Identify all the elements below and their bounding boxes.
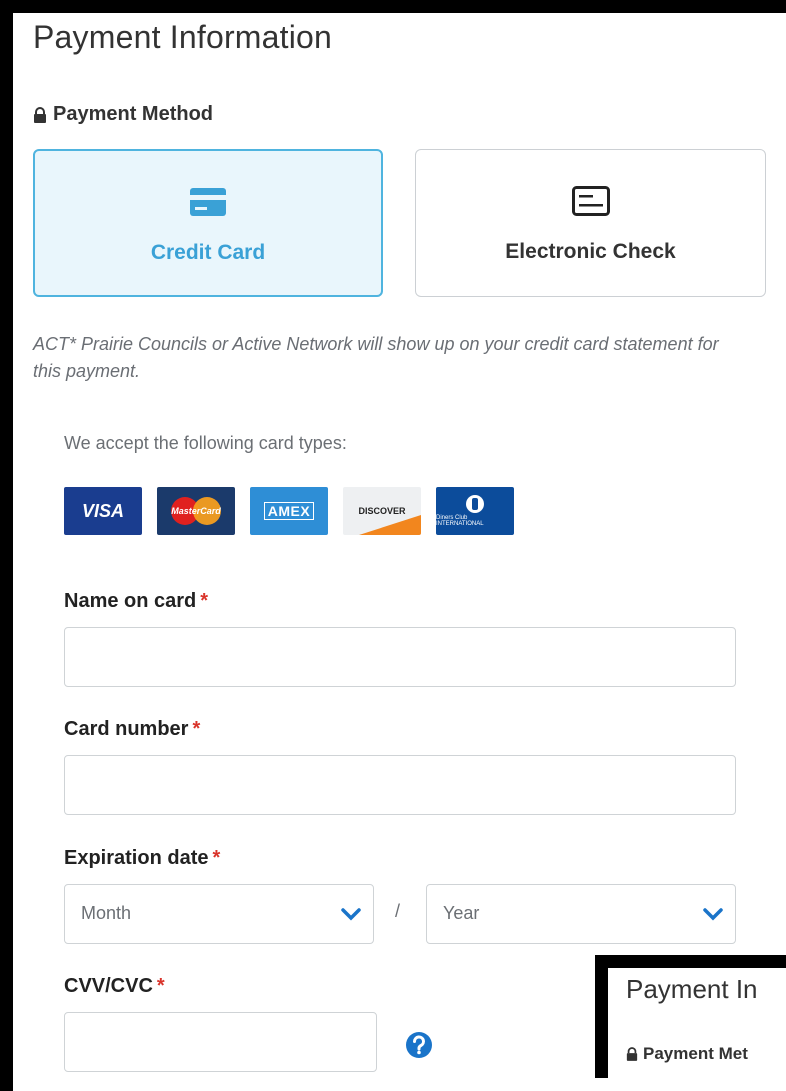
expiration-month-select[interactable]: Month: [64, 884, 374, 944]
diners-club-logo: Diners Club INTERNATIONAL: [436, 487, 514, 535]
cvv-label: CVV/CVC *: [64, 975, 165, 997]
statement-note: ACT* Prairie Councils or Active Network …: [33, 334, 719, 381]
required-mark: *: [200, 590, 209, 612]
chevron-down-icon: [703, 908, 723, 921]
amex-logo-text: AMEX: [263, 502, 315, 520]
check-icon: [571, 186, 610, 216]
inset-title: Payment In: [626, 974, 758, 1004]
payment-method-label: Payment Method: [53, 103, 214, 125]
card-number-input[interactable]: [64, 755, 736, 815]
card-types-label: We accept the following card types:: [64, 433, 347, 453]
lock-icon: [34, 106, 46, 123]
amex-logo: AMEX: [250, 487, 328, 535]
required-mark: *: [212, 847, 221, 869]
inset-preview: Payment In Payment Met: [595, 955, 786, 1078]
mastercard-logo-text: MasterCard: [171, 506, 221, 516]
credit-card-option[interactable]: Credit Card: [33, 149, 383, 297]
mastercard-logo: MasterCard: [157, 487, 235, 535]
inset-method-label: Payment Met: [643, 1044, 748, 1063]
payment-method-heading: Payment Method: [33, 103, 213, 126]
cvv-input[interactable]: [64, 1012, 377, 1072]
credit-card-option-label: Credit Card: [150, 241, 266, 264]
credit-card-icon: [190, 188, 226, 216]
chevron-down-icon: [341, 908, 361, 921]
name-on-card-label: Name on card *: [64, 590, 209, 612]
visa-logo-text: VISA: [81, 500, 124, 521]
expiration-date-label: Expiration date *: [64, 847, 221, 869]
month-select-value: Month: [81, 903, 132, 923]
card-type-logos: VISA MasterCard AMEX DISCOVER Diners Clu…: [64, 487, 514, 535]
required-mark: *: [156, 975, 165, 997]
discover-logo: DISCOVER: [343, 487, 421, 535]
help-icon[interactable]: [405, 1031, 433, 1059]
card-number-label: Card number *: [64, 718, 201, 740]
required-mark: *: [192, 718, 201, 740]
lock-icon: [626, 1047, 638, 1061]
electronic-check-option-label: Electronic Check: [505, 240, 676, 263]
year-select-value: Year: [443, 903, 480, 923]
visa-logo: VISA: [64, 487, 142, 535]
expiration-year-select[interactable]: Year: [426, 884, 736, 944]
discover-logo-text: DISCOVER: [358, 506, 406, 516]
electronic-check-option[interactable]: Electronic Check: [415, 149, 766, 297]
inset-method-heading: Payment Met: [626, 1044, 748, 1064]
payment-panel: Payment Information Payment Method Credi…: [13, 13, 786, 1091]
diners-club-logo-text: Diners Club INTERNATIONAL: [436, 515, 484, 527]
date-separator: /: [395, 901, 401, 921]
name-on-card-input[interactable]: [64, 627, 736, 687]
inset-preview-panel: Payment In Payment Met: [608, 968, 786, 1078]
page-title: Payment Information: [33, 19, 333, 55]
